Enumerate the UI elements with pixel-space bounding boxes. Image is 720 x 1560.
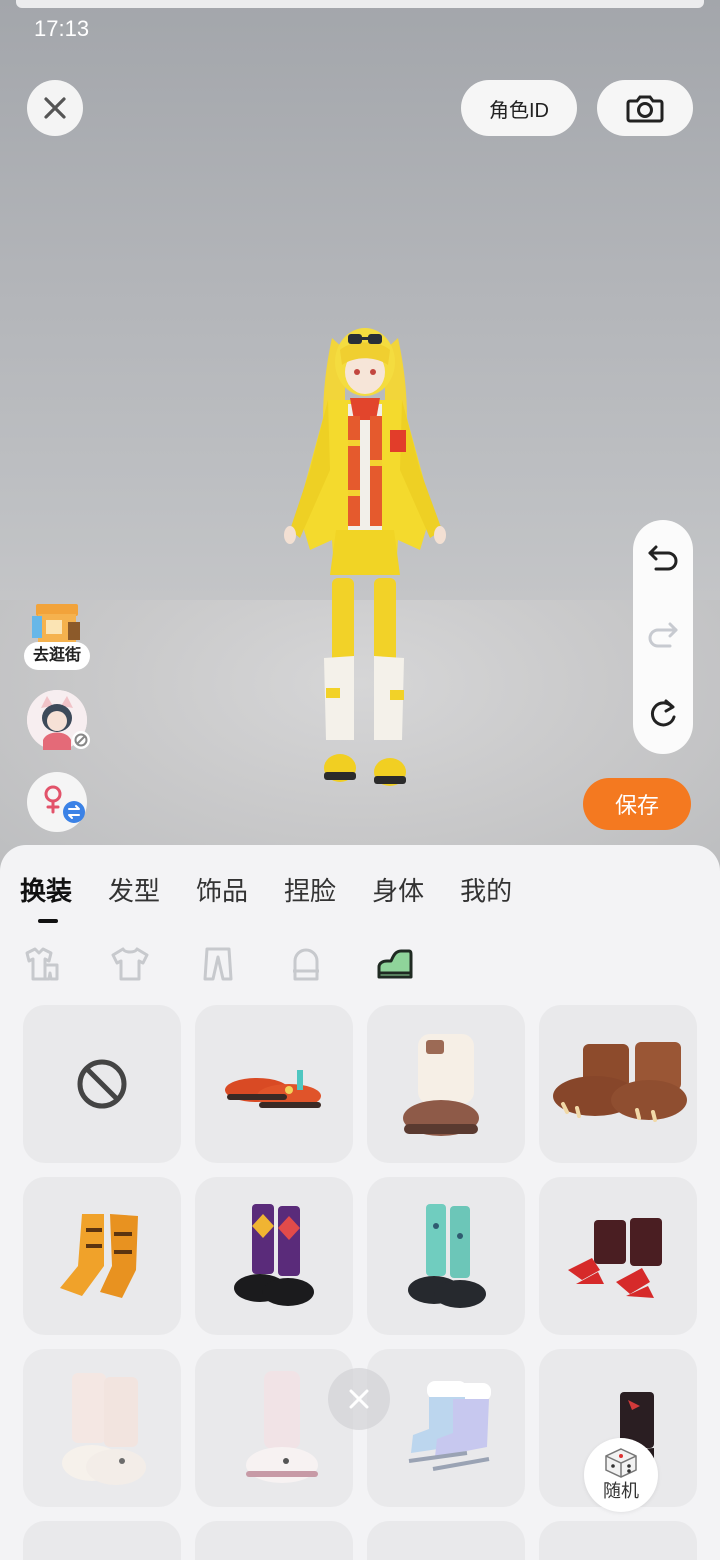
teal-socks-shoes-image: [408, 1204, 486, 1308]
camera-icon: [626, 95, 664, 123]
item-none[interactable]: [23, 1005, 181, 1163]
white-fur-boots-image: [403, 1034, 479, 1136]
red-claw-boots-image: [568, 1218, 662, 1298]
subcat-socks[interactable]: [282, 943, 330, 985]
profile-avatar-button[interactable]: [27, 690, 90, 750]
close-icon: [44, 97, 66, 119]
bunny-slippers-pink-image: [62, 1373, 146, 1485]
shirt-icon: [111, 947, 149, 981]
item-bunny-slippers-pink[interactable]: [23, 1349, 181, 1507]
history-controls: [633, 520, 693, 754]
iridescent-ice-skates-image: [408, 1381, 491, 1471]
camera-button[interactable]: [597, 80, 693, 136]
tab-accessories[interactable]: 饰品: [196, 871, 248, 911]
item-partial[interactable]: [367, 1521, 525, 1560]
go-shopping-button[interactable]: 去逛街: [24, 600, 90, 672]
go-shopping-label: 去逛街: [24, 642, 90, 670]
avatar-preview-scene[interactable]: 17:13 角色ID 去逛街 保存: [0, 0, 720, 880]
subcat-shoes[interactable]: [370, 943, 418, 985]
item-partial[interactable]: [539, 1521, 697, 1560]
pants-icon: [203, 947, 233, 981]
red-loafers-image: [225, 1070, 321, 1108]
top-handle: [16, 0, 704, 8]
random-button[interactable]: 随机: [584, 1438, 658, 1512]
tab-outfit[interactable]: 换装: [20, 871, 72, 911]
role-id-label: 角色ID: [489, 99, 549, 122]
random-label: 随机: [603, 1481, 639, 1501]
item-argyle-socks-shoes[interactable]: [195, 1177, 353, 1335]
bunny-slippers-white-image: [246, 1371, 318, 1483]
save-button[interactable]: 保存: [583, 778, 691, 830]
role-id-button[interactable]: 角色ID: [461, 80, 577, 136]
outfit-set-icon: [25, 947, 59, 981]
socks-icon: [293, 948, 319, 981]
item-teal-socks-shoes[interactable]: [367, 1177, 525, 1335]
undo-icon[interactable]: [646, 543, 680, 573]
hidden-badge-icon: [72, 731, 90, 749]
reset-icon[interactable]: [646, 697, 680, 731]
dice-icon: [605, 1448, 637, 1478]
item-iridescent-ice-skates[interactable]: [367, 1349, 525, 1507]
category-tabs: 换装 发型 饰品 捏脸 身体 我的: [20, 871, 512, 911]
subcategory-bar: [18, 943, 458, 985]
item-orange-tiger-boots[interactable]: [23, 1177, 181, 1335]
tab-mine[interactable]: 我的: [460, 871, 512, 911]
close-button[interactable]: [27, 80, 83, 136]
tab-hairstyle[interactable]: 发型: [108, 871, 160, 911]
item-partial[interactable]: [23, 1521, 181, 1560]
status-time: 17:13: [34, 16, 90, 41]
save-label: 保存: [614, 793, 659, 818]
orange-tiger-boots-image: [60, 1214, 138, 1298]
close-icon: [349, 1389, 369, 1409]
item-white-fur-boots[interactable]: [367, 1005, 525, 1163]
next-row: [23, 1521, 699, 1560]
argyle-socks-shoes-image: [234, 1204, 314, 1306]
none-icon: [77, 1059, 127, 1109]
gender-switch-button[interactable]: [27, 772, 87, 832]
item-red-loafers[interactable]: [195, 1005, 353, 1163]
tab-indicator: [38, 919, 58, 923]
item-grid: [23, 1005, 699, 1507]
shoe-icon: [377, 949, 413, 979]
item-red-claw-boots[interactable]: [539, 1177, 697, 1335]
subcat-top[interactable]: [106, 943, 154, 985]
brown-paw-boots-image: [553, 1042, 687, 1122]
item-brown-paw-boots[interactable]: [539, 1005, 697, 1163]
dismiss-button[interactable]: [328, 1368, 390, 1430]
swap-icon: [63, 801, 85, 823]
subcat-bottom[interactable]: [194, 943, 242, 985]
tab-body[interactable]: 身体: [372, 871, 424, 911]
redo-icon[interactable]: [646, 620, 680, 650]
item-bunny-slippers-white[interactable]: [195, 1349, 353, 1507]
item-partial[interactable]: [195, 1521, 353, 1560]
avatar-character[interactable]: [270, 320, 460, 800]
subcat-outfit-set[interactable]: [18, 943, 66, 985]
tab-face[interactable]: 捏脸: [284, 871, 336, 911]
